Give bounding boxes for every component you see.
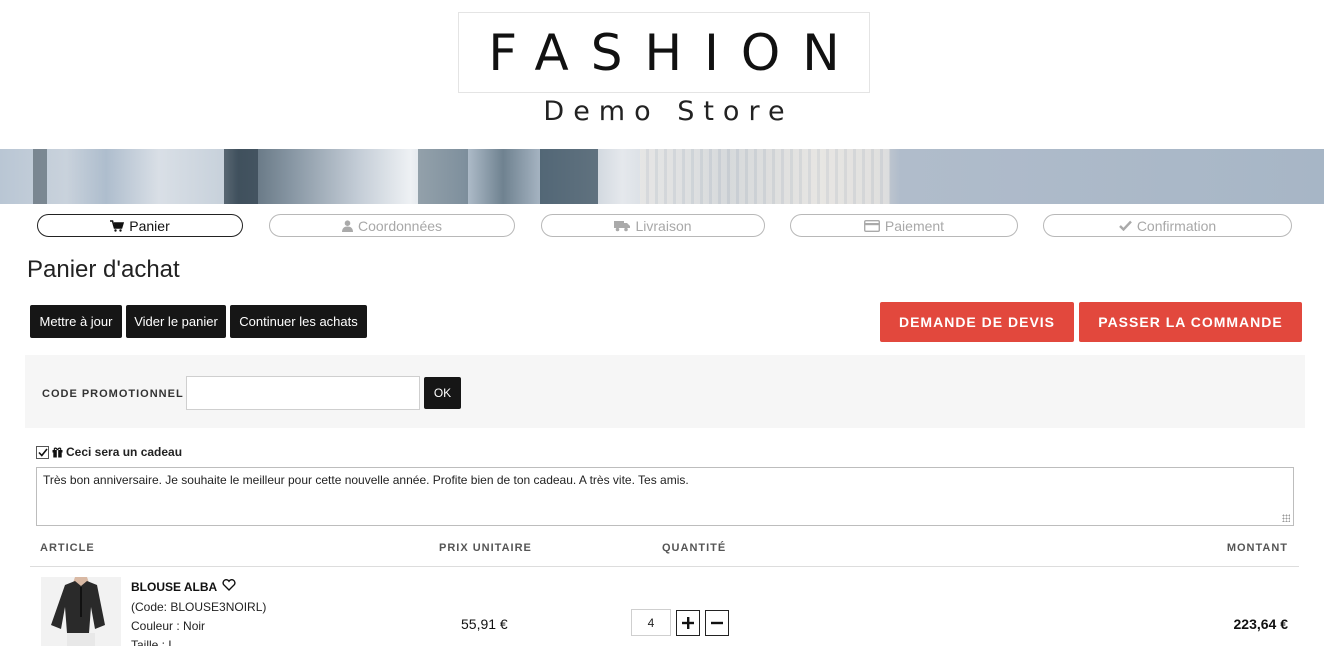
empty-cart-button[interactable]: Vider le panier — [126, 305, 226, 338]
user-icon — [341, 219, 353, 232]
gift-message-text: Très bon anniversaire. Je souhaite le me… — [43, 473, 689, 487]
column-header-article: ARTICLE — [40, 542, 95, 554]
step-label: Coordonnées — [357, 217, 443, 234]
product-image[interactable] — [41, 577, 121, 646]
decrease-quantity-button[interactable] — [705, 610, 729, 636]
update-cart-button[interactable]: Mettre à jour — [30, 305, 122, 338]
continue-shopping-button[interactable]: Continuer les achats — [230, 305, 367, 338]
step-label: Livraison — [635, 217, 692, 234]
logo-title: FASHION — [488, 23, 862, 82]
truck-icon — [614, 220, 631, 231]
product-name[interactable]: BLOUSE ALBA — [131, 580, 217, 594]
page-title: Panier d'achat — [27, 256, 180, 283]
resize-handle-icon[interactable] — [1282, 514, 1290, 522]
promo-code-input[interactable] — [186, 376, 420, 410]
step-panier[interactable]: Panier — [37, 214, 243, 237]
quantity-input[interactable]: 4 — [631, 609, 671, 636]
product-code: (Code: BLOUSE3NOIRL) — [131, 600, 267, 614]
step-label: Panier — [129, 217, 170, 234]
check-icon — [1118, 220, 1132, 231]
gift-checkbox[interactable] — [36, 445, 49, 459]
step-label: Confirmation — [1136, 217, 1217, 234]
product-size: Taille : L — [131, 638, 176, 646]
step-confirmation[interactable]: Confirmation — [1043, 214, 1292, 237]
heart-icon[interactable] — [222, 579, 236, 591]
header-banner — [0, 149, 1324, 204]
promo-label: CODE PROMOTIONNEL : — [42, 388, 193, 400]
step-label: Paiement — [884, 217, 945, 234]
checkout-button[interactable]: PASSER LA COMMANDE — [1079, 302, 1302, 342]
gift-message-textarea[interactable]: Très bon anniversaire. Je souhaite le me… — [36, 467, 1294, 526]
cart-icon — [110, 219, 125, 232]
gift-label: Ceci sera un cadeau — [66, 445, 183, 459]
step-paiement[interactable]: Paiement — [790, 214, 1018, 237]
column-header-unit-price: PRIX UNITAIRE — [439, 542, 532, 554]
minus-icon — [711, 621, 723, 625]
credit-card-icon — [863, 219, 880, 232]
request-quote-button[interactable]: DEMANDE DE DEVIS — [880, 302, 1074, 342]
column-header-quantity: QUANTITÉ — [662, 542, 727, 554]
plus-icon — [682, 617, 694, 629]
table-divider — [30, 566, 1299, 567]
line-amount: 223,64 € — [1233, 616, 1289, 632]
store-logo[interactable]: FASHION — [458, 12, 870, 93]
step-coordonnees[interactable]: Coordonnées — [269, 214, 515, 237]
increase-quantity-button[interactable] — [676, 610, 700, 636]
logo-subtitle: Demo Store — [543, 96, 794, 127]
step-livraison[interactable]: Livraison — [541, 214, 765, 237]
checkmark-icon — [37, 448, 48, 457]
promo-ok-button[interactable]: OK — [424, 377, 461, 409]
gift-option[interactable]: Ceci sera un cadeau — [36, 445, 182, 459]
unit-price: 55,91 € — [461, 616, 508, 632]
column-header-amount: MONTANT — [1226, 542, 1288, 554]
product-color: Couleur : Noir — [131, 619, 206, 633]
gift-icon — [52, 447, 63, 457]
